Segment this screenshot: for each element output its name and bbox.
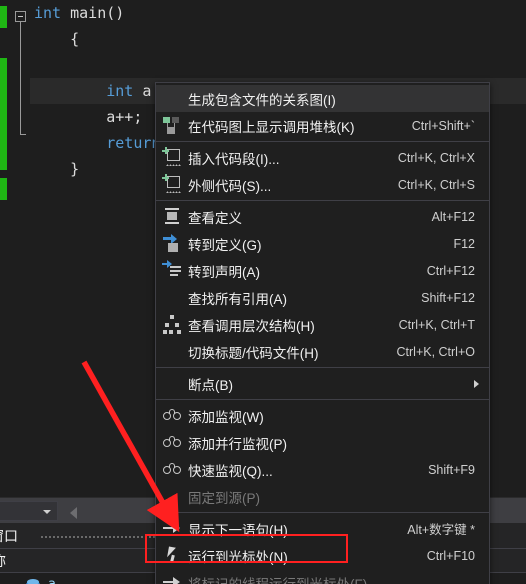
autos-window-title: 动窗口 [0, 528, 18, 544]
menu-item-shortcut: Shift+F9 [428, 462, 475, 477]
code-graph-icon [156, 112, 188, 139]
menu-item-shortcut: Ctrl+Shift+` [411, 118, 475, 133]
menu-item[interactable]: 插入代码段(I)... Ctrl+K, Ctrl+X [156, 144, 489, 171]
menu-item[interactable]: 快速监视(Q)... Shift+F9 [156, 456, 489, 483]
menu-item[interactable]: 查看定义 Alt+F12 [156, 203, 489, 230]
code-line[interactable]: { [30, 26, 526, 52]
menu-item[interactable]: 转到声明(A) Ctrl+F12 [156, 257, 489, 284]
menu-item-label: 添加并行监视(P) [188, 436, 287, 452]
menu-item-label: 转到定义(G) [188, 237, 262, 253]
menu-item[interactable]: 断点(B) [156, 370, 489, 397]
menu-item-label: 固定到源(P) [188, 490, 260, 506]
menu-separator [156, 399, 489, 400]
menu-separator [156, 367, 489, 368]
menu-item[interactable]: 生成包含文件的关系图(I) [156, 85, 489, 112]
icon-placeholder [156, 370, 188, 397]
menu-item-shortcut: Ctrl+K, Ctrl+T [398, 317, 475, 332]
split-view-handle[interactable] [70, 507, 77, 519]
menu-item: 将标记的线程运行到光标处(F) [156, 569, 489, 584]
menu-item-label: 断点(B) [188, 377, 233, 393]
zoom-level-combobox[interactable]: % [0, 501, 58, 521]
menu-item-label: 切换标题/代码文件(H) [188, 345, 319, 361]
watch-icon [156, 402, 188, 429]
variable-icon [26, 578, 40, 584]
annotation-highlight-rect [145, 534, 348, 563]
icon-placeholder [156, 85, 188, 112]
menu-item[interactable]: 在代码图上显示调用堆栈(K) Ctrl+Shift+` [156, 112, 489, 139]
menu-item-shortcut: Ctrl+K, Ctrl+X [397, 150, 475, 165]
change-marker [0, 178, 7, 200]
menu-item-shortcut: Alt+F12 [431, 209, 475, 224]
menu-item-label: 在代码图上显示调用堆栈(K) [188, 119, 355, 135]
watch-icon [156, 456, 188, 483]
peek-definition-icon [156, 203, 188, 230]
menu-separator [156, 141, 489, 142]
menu-item[interactable]: 切换标题/代码文件(H) Ctrl+K, Ctrl+O [156, 338, 489, 365]
menu-item: 固定到源(P) [156, 483, 489, 510]
change-marker [0, 6, 7, 28]
editor-change-gutter [0, 0, 9, 490]
menu-item-label: 生成包含文件的关系图(I) [188, 92, 336, 108]
menu-item-shortcut: Ctrl+F10 [426, 548, 475, 563]
menu-item[interactable]: 转到定义(G) F12 [156, 230, 489, 257]
menu-item-shortcut: Ctrl+K, Ctrl+S [397, 177, 475, 192]
menu-item-label: 转到声明(A) [188, 264, 260, 280]
menu-item-label: 查看定义 [188, 210, 242, 226]
change-marker [0, 58, 7, 170]
menu-item[interactable]: 查看调用层次结构(H) Ctrl+K, Ctrl+T [156, 311, 489, 338]
chevron-down-icon[interactable] [39, 502, 57, 520]
watch-icon [156, 429, 188, 456]
call-hierarchy-icon [156, 311, 188, 338]
run-flagged-threads-icon [156, 569, 188, 584]
menu-item-shortcut: Ctrl+F12 [426, 263, 475, 278]
menu-item-label: 插入代码段(I)... [188, 151, 280, 167]
icon-placeholder [156, 338, 188, 365]
menu-item-shortcut: Ctrl+K, Ctrl+O [396, 344, 476, 359]
context-menu[interactable]: 生成包含文件的关系图(I) 在代码图上显示调用堆栈(K) Ctrl+Shift+` 插… [155, 82, 490, 584]
submenu-chevron-icon [474, 380, 479, 388]
menu-item[interactable]: 添加监视(W) [156, 402, 489, 429]
zoom-level-value: % [0, 504, 39, 518]
menu-item-label: 外侧代码(S)... [188, 178, 272, 194]
menu-item-shortcut: F12 [453, 236, 475, 251]
menu-item[interactable]: 外侧代码(S)... Ctrl+K, Ctrl+S [156, 171, 489, 198]
variable-name: a [48, 576, 56, 584]
menu-separator [156, 200, 489, 201]
menu-item-shortcut: Shift+F12 [421, 290, 475, 305]
menu-item-label: 添加监视(W) [188, 409, 264, 425]
menu-item-label: 查看调用层次结构(H) [188, 318, 315, 334]
code-line[interactable] [30, 52, 526, 78]
column-header-name: 名称 [0, 551, 6, 571]
collapse-icon[interactable] [15, 11, 26, 22]
screenshot-root: int main() { int a = 7; a++; return a; }… [0, 0, 526, 584]
menu-item[interactable]: 查找所有引用(A) Shift+F12 [156, 284, 489, 311]
menu-item-label: 将标记的线程运行到光标处(F) [188, 576, 368, 584]
go-to-definition-icon [156, 230, 188, 257]
fold-guide-line [20, 22, 26, 135]
code-folding-column[interactable] [14, 0, 30, 490]
menu-item-shortcut: Alt+数字键 * [407, 523, 475, 537]
go-to-declaration-icon [156, 257, 188, 284]
menu-separator [156, 512, 489, 513]
icon-placeholder [156, 483, 188, 510]
menu-item[interactable]: 添加并行监视(P) [156, 429, 489, 456]
menu-item-label: 快速监视(Q)... [188, 463, 273, 479]
code-line[interactable]: int main() [30, 0, 526, 26]
menu-item-label: 查找所有引用(A) [188, 291, 287, 307]
insert-snippet-icon [156, 144, 188, 171]
icon-placeholder [156, 284, 188, 311]
surround-with-icon [156, 171, 188, 198]
